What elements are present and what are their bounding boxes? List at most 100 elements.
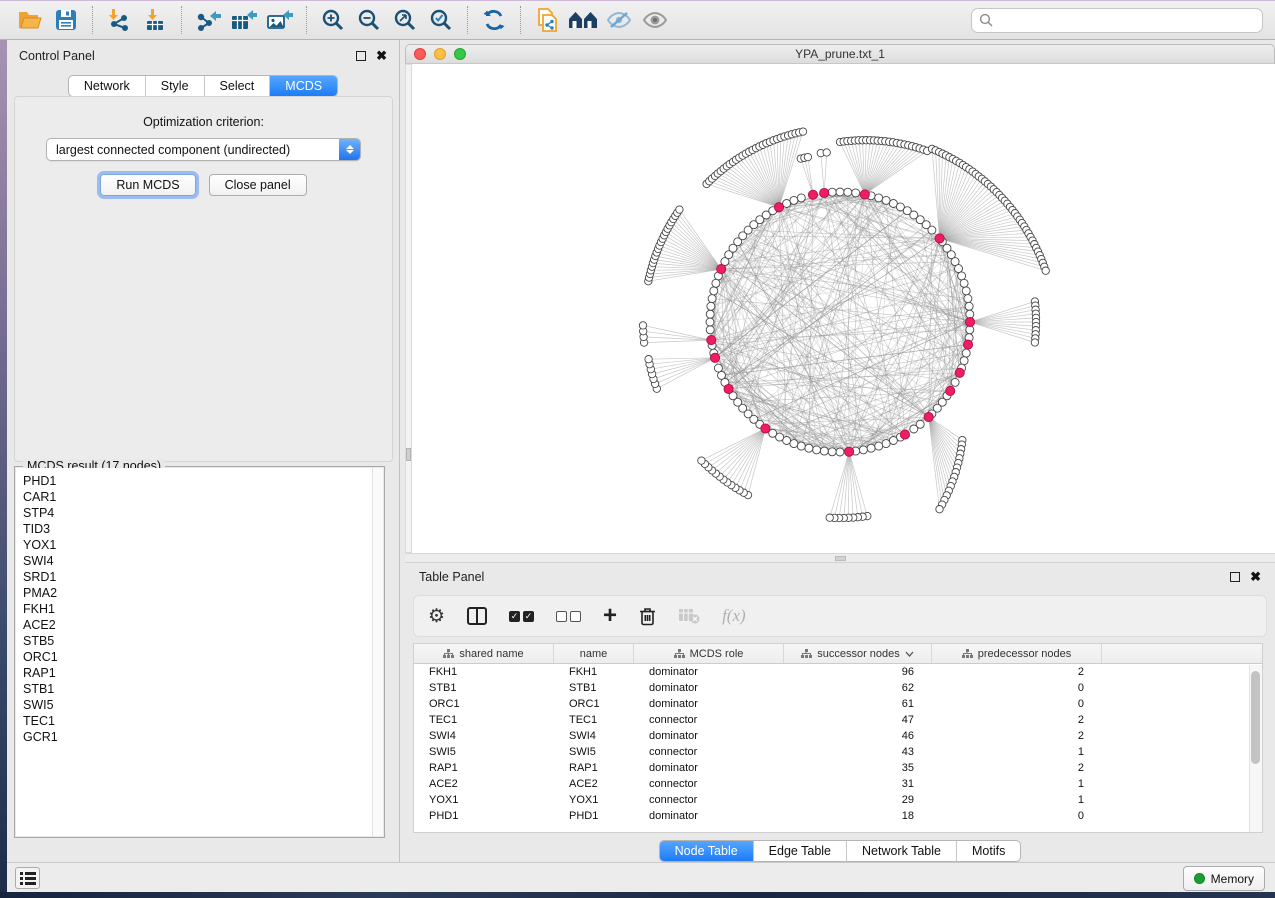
run-mcds-button[interactable]: Run MCDS [100,174,195,196]
delete-column-trash-icon[interactable] [639,607,656,626]
tab-edge-table[interactable]: Edge Table [754,841,847,861]
table-row[interactable]: TEC1TEC1connector472 [414,712,1262,728]
select-all-icon[interactable]: ✓✓ [509,611,534,622]
memory-button[interactable]: Memory [1183,866,1265,891]
table-cell: 46 [784,730,932,742]
refresh-layout-icon[interactable] [476,5,512,35]
table-cell: 43 [784,746,932,758]
mcds-result-item[interactable]: ACE2 [23,617,383,633]
open-file-icon[interactable] [12,5,48,35]
mcds-result-list[interactable]: PHD1CAR1STP4TID3YOX1SWI4SRD1PMA2FKH1ACE2… [16,468,383,836]
import-table-icon[interactable] [137,5,173,35]
toolbar-separator [467,6,468,34]
table-cell: PHD1 [554,810,634,822]
zoom-selected-icon[interactable] [423,5,459,35]
optimization-criterion-select[interactable]: largest connected component (undirected) [46,138,361,161]
table-row[interactable]: FKH1FKH1dominator962 [414,664,1262,680]
hide-selected-eye-icon[interactable] [601,5,637,35]
mcds-result-item[interactable]: TEC1 [23,713,383,729]
mcds-result-item[interactable]: FKH1 [23,601,383,617]
toolbar-separator [306,6,307,34]
tab-network-table[interactable]: Network Table [847,841,957,861]
table-row[interactable]: PHD1PHD1dominator180 [414,808,1262,824]
table-cell: SWI4 [414,730,554,742]
table-cell: ORC1 [554,698,634,710]
export-image-icon[interactable] [262,5,298,35]
tab-style[interactable]: Style [146,76,205,96]
show-all-eye-icon[interactable] [637,5,673,35]
mcds-result-item[interactable]: PMA2 [23,585,383,601]
zoom-in-icon[interactable] [315,5,351,35]
table-options-gear-icon[interactable]: ⚙ [428,607,445,626]
import-network-icon[interactable] [101,5,137,35]
mcds-result-item[interactable]: TID3 [23,521,383,537]
tab-node-table[interactable]: Node Table [660,841,754,861]
mcds-result-item[interactable]: RAP1 [23,665,383,681]
global-search-field[interactable] [971,8,1263,33]
list-icon [20,872,36,885]
column-header-mcds-role[interactable]: MCDS role [634,644,784,663]
mcds-result-item[interactable]: ORC1 [23,649,383,665]
zoom-fit-icon[interactable] [387,5,423,35]
column-header-successor-nodes[interactable]: successor nodes [784,644,932,663]
splitter-handle[interactable] [406,448,411,461]
table-scrollbar[interactable] [1249,665,1262,832]
mcds-result-item[interactable]: STB5 [23,633,383,649]
show-columns-icon[interactable] [467,607,487,625]
float-panel-icon[interactable] [356,51,366,61]
tab-motifs[interactable]: Motifs [957,841,1020,861]
tab-network[interactable]: Network [69,76,146,96]
table-cell: connector [634,794,784,806]
tab-select[interactable]: Select [205,76,271,96]
close-panel-button[interactable]: Close panel [209,174,307,196]
network-view-canvas[interactable] [412,64,1275,553]
horizontal-splitter[interactable] [405,553,1275,563]
table-row[interactable]: SWI4SWI4dominator462 [414,728,1262,744]
deselect-all-icon[interactable] [556,611,581,622]
table-cell: TEC1 [554,714,634,726]
search-icon [979,13,993,27]
mcds-result-item[interactable]: YOX1 [23,537,383,553]
memory-status-icon [1194,873,1205,884]
column-header-shared-name[interactable]: shared name [414,644,554,663]
table-cell: 61 [784,698,932,710]
search-input[interactable] [998,13,1255,27]
save-session-icon[interactable] [48,5,84,35]
table-row[interactable]: YOX1YOX1connector291 [414,792,1262,808]
export-network-icon[interactable] [190,5,226,35]
mcds-result-item[interactable]: SRD1 [23,569,383,585]
column-header-name[interactable]: name [554,644,634,663]
table-row[interactable]: SWI5SWI5connector431 [414,744,1262,760]
mcds-result-item[interactable]: STP4 [23,505,383,521]
function-builder-icon: f(x) [722,606,746,626]
node-table-header: shared name name MCDS role successor nod… [414,644,1262,664]
mcds-result-item[interactable]: PHD1 [23,473,383,489]
mcds-result-item[interactable]: STB1 [23,681,383,697]
mcds-result-item[interactable]: GCR1 [23,729,383,745]
tab-mcds[interactable]: MCDS [270,76,337,96]
mcds-result-item[interactable]: SWI4 [23,553,383,569]
splitter-handle[interactable] [835,556,846,561]
copy-network-icon[interactable] [529,5,565,35]
table-row[interactable]: STB1STB1dominator620 [414,680,1262,696]
task-history-button[interactable] [15,867,40,889]
close-panel-icon[interactable]: ✖ [1250,572,1261,582]
add-column-icon[interactable]: + [603,606,617,626]
table-row[interactable]: ORC1ORC1dominator610 [414,696,1262,712]
zoom-out-icon[interactable] [351,5,387,35]
mcds-result-item[interactable]: CAR1 [23,489,383,505]
toolbar-separator [181,6,182,34]
column-header-predecessor-nodes[interactable]: predecessor nodes [932,644,1102,663]
mcds-result-item[interactable]: SWI5 [23,697,383,713]
close-panel-icon[interactable]: ✖ [376,51,387,61]
network-graph [412,64,1275,553]
float-panel-icon[interactable] [1230,572,1240,582]
table-row[interactable]: ACE2ACE2connector311 [414,776,1262,792]
table-row[interactable]: RAP1RAP1dominator352 [414,760,1262,776]
network-view-left-scrollbar[interactable] [405,64,412,553]
export-table-icon[interactable] [226,5,262,35]
first-neighbors-icon[interactable] [565,5,601,35]
mcds-list-scrollbar[interactable] [372,468,383,836]
network-window-titlebar[interactable]: YPA_prune.txt_1 [405,44,1275,64]
table-scrollbar-thumb[interactable] [1251,671,1260,764]
